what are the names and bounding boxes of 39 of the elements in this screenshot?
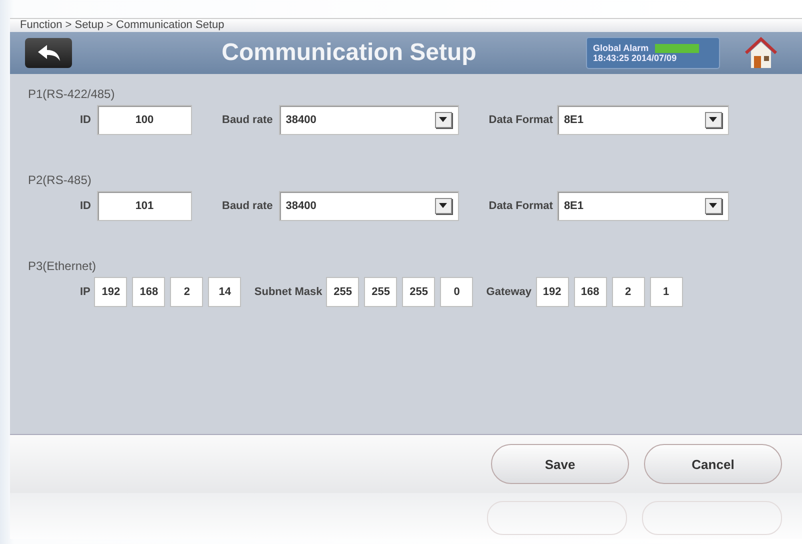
back-button[interactable] <box>25 38 72 68</box>
octet-field[interactable]: 255 <box>402 277 436 307</box>
octet-field[interactable]: 168 <box>132 277 166 307</box>
home-icon[interactable] <box>744 37 778 69</box>
id-field[interactable]: 101 <box>97 191 192 221</box>
alarm-label: Global Alarm <box>593 43 649 53</box>
octet-field[interactable]: 192 <box>94 277 128 307</box>
octet-field[interactable]: 255 <box>364 277 398 307</box>
section-title: P3(Ethernet) <box>28 258 98 275</box>
octet-field[interactable]: 255 <box>326 277 360 307</box>
data-format-dropdown[interactable]: 8E1 <box>556 105 729 135</box>
breadcrumb: Function > Setup > Communication Setup <box>10 18 802 32</box>
octet-field[interactable]: 0 <box>440 277 474 307</box>
id-label: ID <box>80 114 91 126</box>
data-format-label: Data Format <box>488 200 553 212</box>
cancel-button[interactable]: Cancel <box>644 444 782 484</box>
octet-field[interactable]: 1 <box>650 277 683 307</box>
datetime: 18:43:25 2014/07/09 <box>593 53 678 63</box>
address-label: Gateway <box>486 286 532 298</box>
id-field[interactable]: 100 <box>97 105 192 135</box>
address-label: IP <box>80 286 90 298</box>
baud-rate-label: Baud rate <box>222 114 273 126</box>
data-format-dropdown[interactable]: 8E1 <box>556 191 729 221</box>
octet-field[interactable]: 2 <box>612 277 645 307</box>
back-arrow-icon <box>36 44 60 62</box>
save-button[interactable]: Save <box>491 444 629 484</box>
id-label: ID <box>80 200 91 212</box>
section-title: P1(RS-422/485) <box>28 86 116 103</box>
octet-field[interactable]: 14 <box>208 277 242 307</box>
section-title: P2(RS-485) <box>28 172 92 189</box>
baud-rate-label: Baud rate <box>222 200 273 212</box>
octet-field[interactable]: 192 <box>536 277 569 307</box>
octet-field[interactable]: 168 <box>574 277 607 307</box>
page-title: Communication Setup <box>220 39 478 67</box>
data-format-label: Data Format <box>488 114 553 126</box>
baud-rate-dropdown[interactable]: 38400 <box>278 191 459 221</box>
address-label: Subnet Mask <box>254 286 322 298</box>
octet-field[interactable]: 2 <box>170 277 204 307</box>
baud-rate-dropdown[interactable]: 38400 <box>278 105 459 135</box>
